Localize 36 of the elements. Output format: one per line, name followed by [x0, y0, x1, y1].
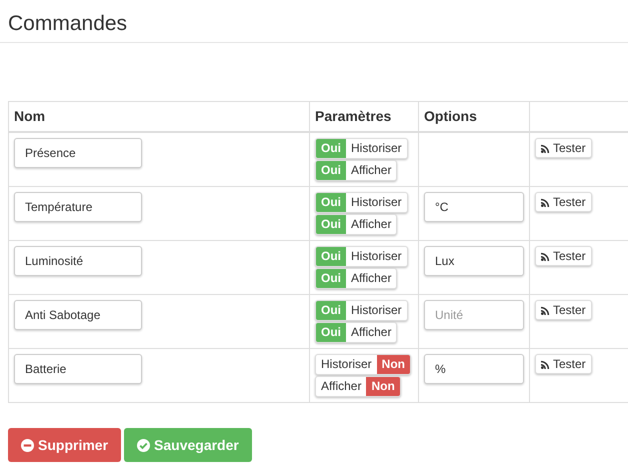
- unit-field[interactable]: °C: [424, 192, 524, 222]
- test-button[interactable]: Tester: [535, 354, 592, 374]
- name-field[interactable]: Batterie: [14, 354, 142, 384]
- toggle-switch[interactable]: Oui Afficher: [315, 322, 398, 343]
- test-button[interactable]: Tester: [535, 300, 592, 320]
- rss-icon: [541, 360, 550, 368]
- name-field[interactable]: Température: [14, 192, 142, 222]
- toggle-switch[interactable]: Oui Historiser: [315, 300, 408, 321]
- column-header: Nom: [14, 108, 46, 124]
- rss-icon: [541, 144, 550, 152]
- rss-icon: [541, 252, 550, 260]
- test-button[interactable]: Tester: [535, 138, 592, 158]
- unit-field[interactable]: Lux: [424, 246, 524, 276]
- name-field[interactable]: Présence: [14, 138, 142, 168]
- rss-icon: [541, 306, 550, 314]
- page-title: Commandes: [0, 0, 628, 43]
- toggle-switch[interactable]: Oui Historiser: [315, 138, 408, 159]
- toggle-switch[interactable]: Oui Historiser: [315, 192, 408, 213]
- toggle-switch[interactable]: Afficher Non: [315, 376, 401, 397]
- minus-circle-icon: [21, 438, 34, 452]
- test-button[interactable]: Tester: [535, 192, 592, 212]
- name-field[interactable]: Luminosité: [14, 246, 142, 276]
- delete-button[interactable]: Supprimer: [8, 428, 122, 462]
- toggle-switch[interactable]: Historiser Non: [315, 354, 411, 375]
- toggle-switch[interactable]: Oui Afficher: [315, 268, 398, 289]
- column-header: Options: [424, 108, 477, 124]
- rss-icon: [541, 198, 550, 206]
- column-header: Paramètres: [315, 108, 392, 124]
- toggle-switch[interactable]: Oui Afficher: [315, 160, 398, 181]
- test-button[interactable]: Tester: [535, 246, 592, 266]
- name-field[interactable]: Anti Sabotage: [14, 300, 142, 330]
- unit-field[interactable]: Unité: [424, 300, 524, 330]
- toggle-switch[interactable]: Oui Afficher: [315, 214, 398, 235]
- unit-field[interactable]: %: [424, 354, 524, 384]
- check-circle-icon: [137, 438, 150, 452]
- toggle-switch[interactable]: Oui Historiser: [315, 246, 408, 267]
